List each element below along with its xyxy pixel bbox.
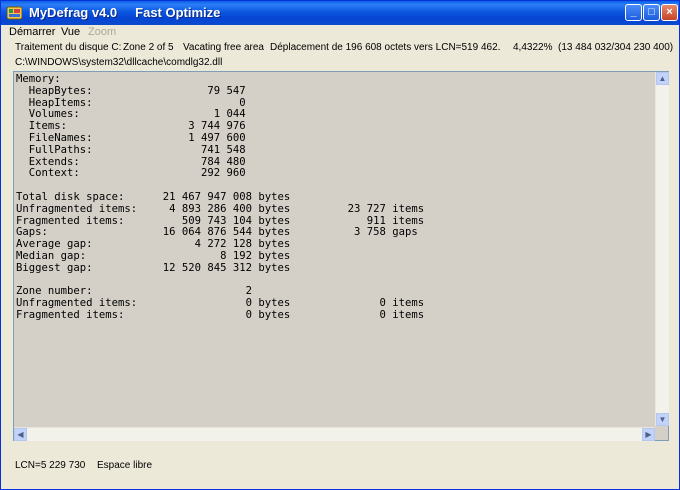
horizontal-scrollbar[interactable]: ◀ ▶ (14, 427, 655, 441)
title-bar[interactable]: MyDefrag v4.0 Fast Optimize _ □ × (1, 1, 679, 25)
status-action: Déplacement de 196 608 octets vers LCN=5… (270, 42, 501, 53)
scroll-down-icon[interactable]: ▼ (656, 413, 669, 426)
console-line: FileNames: 1 497 600 (16, 131, 246, 144)
console-line: Total disk space: 21 467 947 008 bytes (16, 190, 291, 203)
menu-zoom[interactable]: Zoom (88, 26, 116, 38)
menu-demarrer[interactable]: Démarrer (9, 26, 55, 38)
bottom-status-bar: LCN=5 229 730 Espace libre (1, 456, 679, 476)
console-line: Biggest gap: 12 520 845 312 bytes (16, 261, 291, 274)
scroll-up-icon[interactable]: ▲ (656, 72, 669, 85)
console-line: HeapBytes: 79 547 (16, 84, 246, 97)
app-name: MyDefrag v4.0 (29, 5, 118, 20)
console-line: FullPaths: 741 548 (16, 143, 246, 156)
console-line: Context: 292 960 (16, 167, 246, 180)
current-file-path: C:\WINDOWS\system32\dllcache\comdlg32.dl… (15, 57, 223, 68)
close-button[interactable]: × (661, 4, 678, 21)
mydefrag-app-icon (7, 6, 22, 20)
console-line: Fragmented items: 0 bytes 0 items (16, 308, 425, 321)
status-disk: Traitement du disque C: (15, 42, 122, 53)
menu-bar: Démarrer Vue Zoom (1, 25, 679, 41)
optimize-mode: Fast Optimize (135, 5, 221, 20)
menu-vue[interactable]: Vue (61, 26, 80, 38)
status-lcn: LCN=5 229 730 (15, 460, 86, 471)
statistics-panel: Memory: HeapBytes: 79 547 HeapItems: 0 V… (13, 71, 669, 441)
status-phase: Vacating free area (183, 42, 264, 53)
scroll-right-icon[interactable]: ▶ (642, 428, 655, 441)
console-line: Median gap: 8 192 bytes (16, 249, 291, 262)
progress-status-line: Traitement du disque C: Zone 2 of 5 Vaca… (1, 42, 679, 56)
status-progress: 4,4322% (13 484 032/304 230 400) (513, 42, 674, 53)
app-window: MyDefrag v4.0 Fast Optimize _ □ × Démarre… (0, 0, 680, 490)
window-title: MyDefrag v4.0 Fast Optimize (29, 5, 220, 20)
console-line: Unfragmented items: 4 893 286 400 bytes … (16, 202, 425, 215)
vertical-scrollbar[interactable]: ▲ ▼ (655, 72, 669, 426)
maximize-button[interactable]: □ (643, 4, 660, 21)
status-zone: Zone 2 of 5 (123, 42, 174, 53)
status-area: Espace libre (97, 460, 153, 471)
minimize-button[interactable]: _ (625, 4, 642, 21)
statistics-text: Memory: HeapBytes: 79 547 HeapItems: 0 V… (16, 74, 652, 424)
scroll-left-icon[interactable]: ◀ (14, 428, 27, 441)
